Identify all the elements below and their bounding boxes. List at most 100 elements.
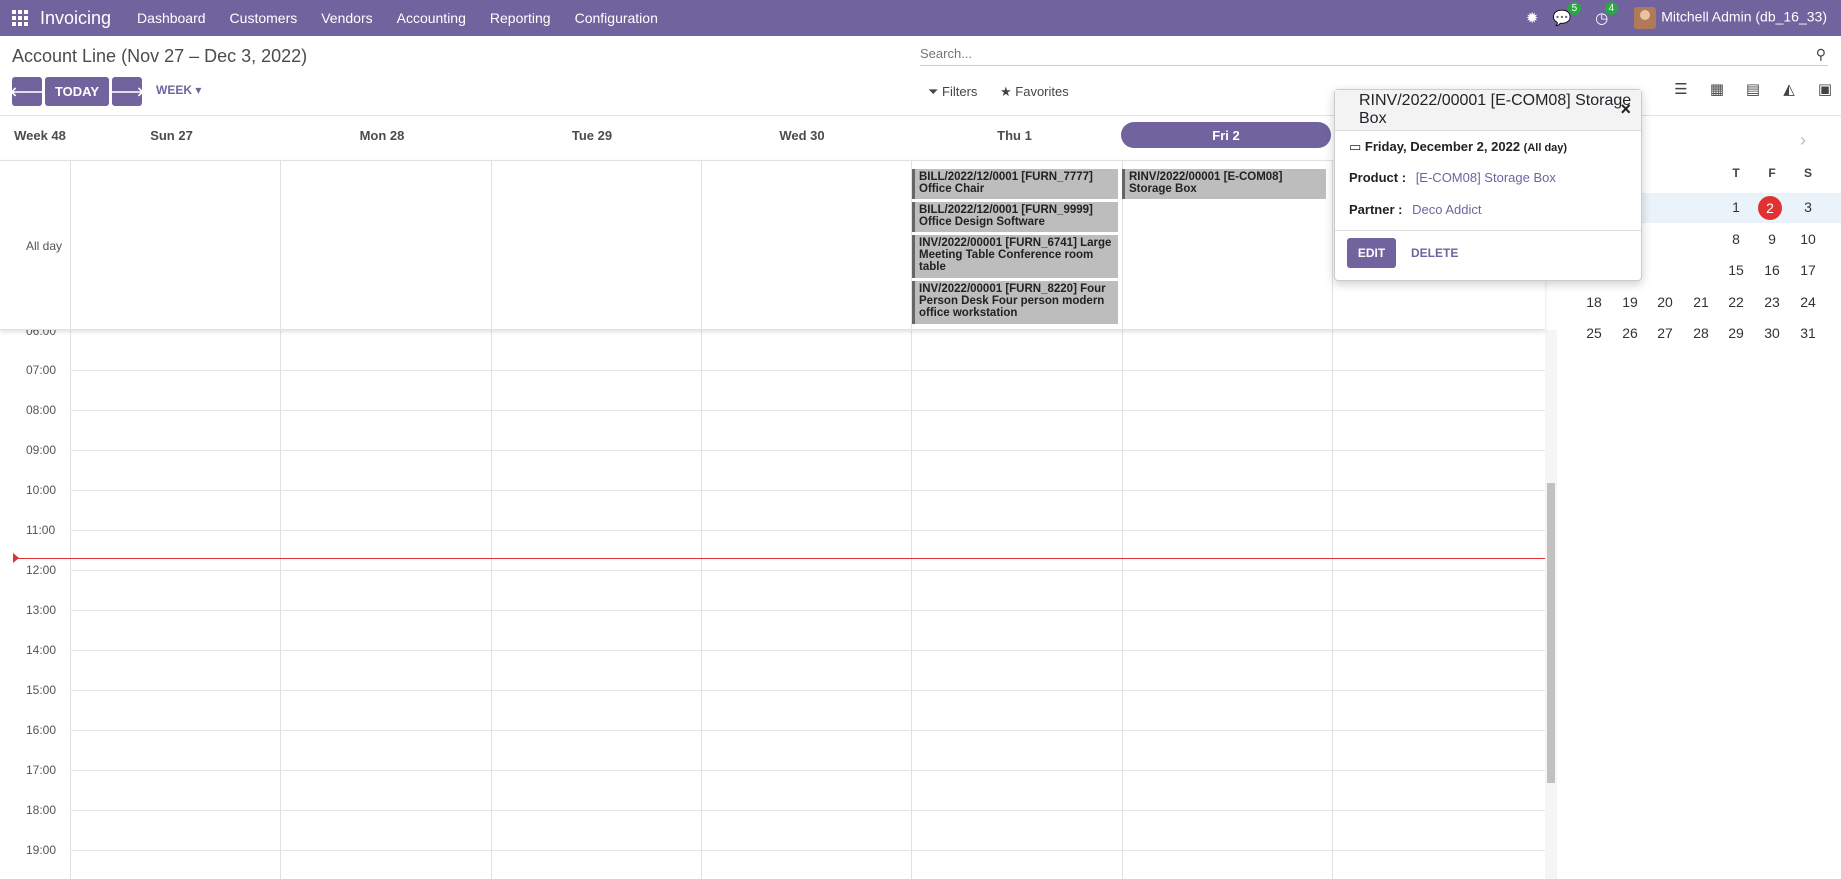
search-input[interactable] <box>920 44 1800 61</box>
hour-line <box>70 570 1545 571</box>
mini-day[interactable]: 23 <box>1757 294 1787 310</box>
column-divider <box>1332 330 1333 879</box>
avatar <box>1634 7 1657 29</box>
scale-label: WEEK <box>156 83 192 97</box>
favorites-label: Favorites <box>1015 84 1069 99</box>
mini-day[interactable]: 16 <box>1757 262 1787 278</box>
event-thu-4[interactable]: INV/2022/00001 [FURN_8220] Four Person D… <box>912 281 1118 324</box>
arrow-right-icon: 🡒 <box>109 83 145 99</box>
hour-line <box>70 410 1545 411</box>
event-fri-1[interactable]: RINV/2022/00001 [E-COM08] Storage Box <box>1122 169 1326 199</box>
day-header-fri[interactable]: Fri 2 <box>1121 122 1331 148</box>
mini-day[interactable]: 24 <box>1793 294 1823 310</box>
menu-reporting[interactable]: Reporting <box>478 10 563 26</box>
scrollbar-thumb[interactable] <box>1547 483 1555 783</box>
event-thu-2[interactable]: BILL/2022/12/0001 [FURN_9999] Office Des… <box>912 202 1118 232</box>
column-divider <box>911 330 912 879</box>
close-icon[interactable]: × <box>1620 99 1631 120</box>
edit-button[interactable]: EDIT <box>1347 238 1396 268</box>
day-header-tue[interactable]: Tue 29 <box>492 122 692 148</box>
next-button[interactable]: 🡒 <box>109 77 145 106</box>
scale-dropdown[interactable]: WEEK ▾ <box>156 83 201 97</box>
mini-day[interactable]: 15 <box>1721 262 1751 278</box>
product-label: Product : <box>1349 170 1407 185</box>
previous-button[interactable]: 🡐 <box>9 77 45 106</box>
hour-line <box>70 730 1545 731</box>
kanban-view-icon[interactable]: ▦ <box>1706 80 1728 98</box>
mini-cal-next-icon[interactable]: › <box>1800 130 1806 151</box>
mini-day[interactable]: 20 <box>1650 294 1680 310</box>
mini-day[interactable]: 18 <box>1579 294 1609 310</box>
menu-configuration[interactable]: Configuration <box>563 10 670 26</box>
hour-label: 17:00 <box>26 763 57 777</box>
mini-day[interactable]: 27 <box>1650 325 1680 341</box>
allday-row: All day BILL/2022/12/0001 [FURN_7777] Of… <box>0 160 1545 331</box>
mini-day[interactable]: 17 <box>1793 262 1823 278</box>
mini-day[interactable]: 31 <box>1793 325 1823 341</box>
delete-button[interactable]: DELETE <box>1411 246 1458 260</box>
pivot-view-icon[interactable]: ▤ <box>1742 80 1764 98</box>
filters-toggle[interactable]: ⏷ Filters <box>928 84 977 100</box>
product-link[interactable]: [E-COM08] Storage Box <box>1416 170 1556 185</box>
mini-day[interactable]: 1 <box>1721 199 1751 215</box>
popover-date-value: Friday, December 2, 2022 <box>1364 139 1521 154</box>
mini-day[interactable]: 3 <box>1793 199 1823 215</box>
hour-line <box>70 370 1545 371</box>
app-brand[interactable]: Invoicing <box>40 8 111 29</box>
day-header-thu[interactable]: Thu 1 <box>912 122 1117 148</box>
graph-view-icon[interactable]: ◭ <box>1778 80 1800 98</box>
mini-day[interactable]: 28 <box>1686 325 1716 341</box>
hour-line <box>70 810 1545 811</box>
column-divider <box>491 161 492 331</box>
mini-day[interactable]: 25 <box>1579 325 1609 341</box>
hour-line <box>70 850 1545 851</box>
mini-day[interactable]: 8 <box>1721 231 1751 247</box>
mini-day[interactable]: 22 <box>1721 294 1751 310</box>
user-menu[interactable]: Mitchell Admin (db_16_33) <box>1634 7 1827 29</box>
calendar-icon: ▭ <box>1349 139 1362 154</box>
day-header-mon[interactable]: Mon 28 <box>282 122 482 148</box>
mini-day[interactable]: 19 <box>1615 294 1645 310</box>
mini-day[interactable]: 21 <box>1686 294 1716 310</box>
user-name: Mitchell Admin (db_16_33) <box>1661 8 1827 25</box>
column-divider <box>70 161 71 331</box>
top-navbar: Invoicing Dashboard Customers Vendors Ac… <box>0 0 1841 36</box>
partner-link[interactable]: Deco Addict <box>1412 202 1481 217</box>
mini-day[interactable]: 26 <box>1615 325 1645 341</box>
today-button[interactable]: TODAY <box>45 77 109 106</box>
hour-label: 15:00 <box>26 683 57 697</box>
mini-day[interactable]: 29 <box>1721 325 1751 341</box>
activities-clock-icon[interactable]: ◷ 4 <box>1595 2 1619 27</box>
messages-icon[interactable]: 💬 5 <box>1552 2 1582 27</box>
week-number: Week 48 <box>14 127 66 143</box>
menu-customers[interactable]: Customers <box>218 10 310 26</box>
debug-bug-icon[interactable]: ✹ <box>1526 9 1539 27</box>
menu-vendors[interactable]: Vendors <box>309 10 384 26</box>
mini-day[interactable]: 10 <box>1793 231 1823 247</box>
partner-label: Partner : <box>1349 202 1403 217</box>
list-view-icon[interactable]: ☰ <box>1670 80 1692 98</box>
menu-dashboard[interactable]: Dashboard <box>125 10 218 26</box>
favorites-toggle[interactable]: ★ Favorites <box>1000 84 1069 100</box>
hour-line <box>70 450 1545 451</box>
hour-line <box>70 770 1545 771</box>
mini-day-today[interactable]: 2 <box>1758 196 1782 220</box>
hour-line <box>70 650 1545 651</box>
event-thu-3[interactable]: INV/2022/00001 [FURN_6741] Large Meeting… <box>912 235 1118 278</box>
hour-label: 16:00 <box>26 723 57 737</box>
calendar-view-icon[interactable]: ▣ <box>1814 80 1836 98</box>
time-grid-scrollbar[interactable] <box>1545 330 1557 879</box>
apps-menu-icon[interactable] <box>0 0 40 36</box>
hour-label: 13:00 <box>26 603 57 617</box>
filter-icon: ⏷ <box>928 84 939 99</box>
mini-day[interactable]: 30 <box>1757 325 1787 341</box>
event-thu-1[interactable]: BILL/2022/12/0001 [FURN_7777] Office Cha… <box>912 169 1118 199</box>
menu-accounting[interactable]: Accounting <box>385 10 478 26</box>
mini-day[interactable]: 9 <box>1757 231 1787 247</box>
column-divider <box>70 330 71 879</box>
arrow-left-icon: 🡐 <box>9 83 45 99</box>
day-header-sun[interactable]: Sun 27 <box>80 122 263 148</box>
mini-day-label: S <box>1803 166 1812 180</box>
search-icon[interactable]: ⚲ <box>1816 46 1826 63</box>
day-header-wed[interactable]: Wed 30 <box>702 122 902 148</box>
